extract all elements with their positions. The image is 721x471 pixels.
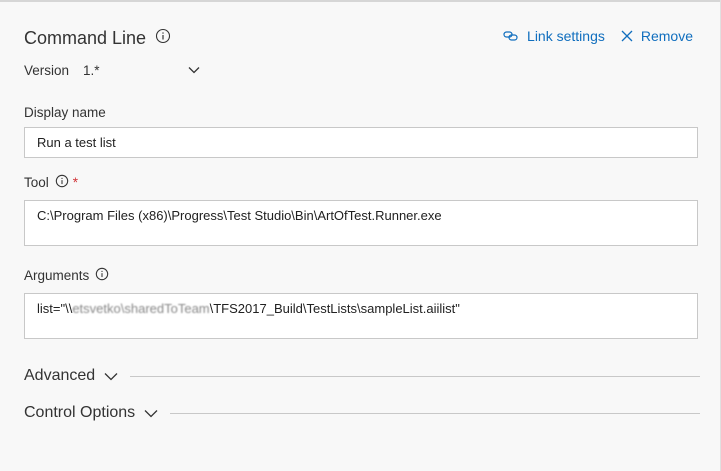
display-name-value: Run a test list — [37, 135, 116, 150]
control-options-label: Control Options — [24, 404, 136, 421]
display-name-field[interactable]: Run a test list — [24, 127, 698, 158]
tool-label: Tool * — [24, 174, 78, 191]
info-icon[interactable] — [155, 28, 171, 49]
arguments-field[interactable]: list="\\etsvetko\sharedToTeam\TFS2017_Bu… — [24, 293, 698, 339]
arguments-label: Arguments — [24, 267, 109, 284]
arguments-label-text: Arguments — [24, 268, 90, 283]
advanced-label: Advanced — [24, 367, 96, 384]
display-name-label: Display name — [24, 105, 106, 120]
tool-value: C:\Program Files (x86)\Progress\Test Stu… — [37, 208, 442, 223]
link-settings-label: Link settings — [527, 28, 605, 44]
arguments-value-suffix: \TFS2017_Build\TestLists\sampleList.aiil… — [209, 301, 460, 316]
version-value: 1.* — [83, 62, 100, 78]
version-row: Version 1.* — [24, 61, 200, 79]
version-dropdown[interactable]: 1.* — [83, 63, 200, 78]
page-title: Command Line — [24, 27, 147, 48]
section-divider — [130, 375, 700, 377]
required-indicator: * — [72, 175, 79, 190]
top-border — [0, 0, 721, 2]
info-icon[interactable] — [55, 174, 69, 191]
chevron-down-icon — [188, 66, 200, 74]
close-icon — [621, 30, 641, 42]
task-header: Command Line — [24, 26, 171, 50]
header-actions: Link settings Remove — [503, 26, 693, 46]
tool-field[interactable]: C:\Program Files (x86)\Progress\Test Stu… — [24, 200, 698, 246]
remove-button[interactable]: Remove — [621, 28, 693, 44]
tool-label-text: Tool — [24, 175, 49, 190]
arguments-value-obscured: etsvetko\sharedToTeam — [72, 301, 210, 316]
link-icon — [503, 30, 527, 42]
remove-label: Remove — [640, 28, 693, 44]
info-icon[interactable] — [95, 267, 109, 284]
link-settings-button[interactable]: Link settings — [503, 28, 605, 44]
section-divider — [170, 412, 700, 414]
version-label: Version — [24, 62, 70, 78]
chevron-down-icon — [95, 372, 130, 381]
control-options-section-toggle[interactable]: Control Options — [24, 403, 700, 423]
advanced-section-toggle[interactable]: Advanced — [24, 366, 700, 386]
chevron-down-icon — [135, 409, 170, 418]
arguments-value-prefix: list="\\ — [37, 301, 73, 316]
display-name-label-text: Display name — [24, 105, 106, 120]
